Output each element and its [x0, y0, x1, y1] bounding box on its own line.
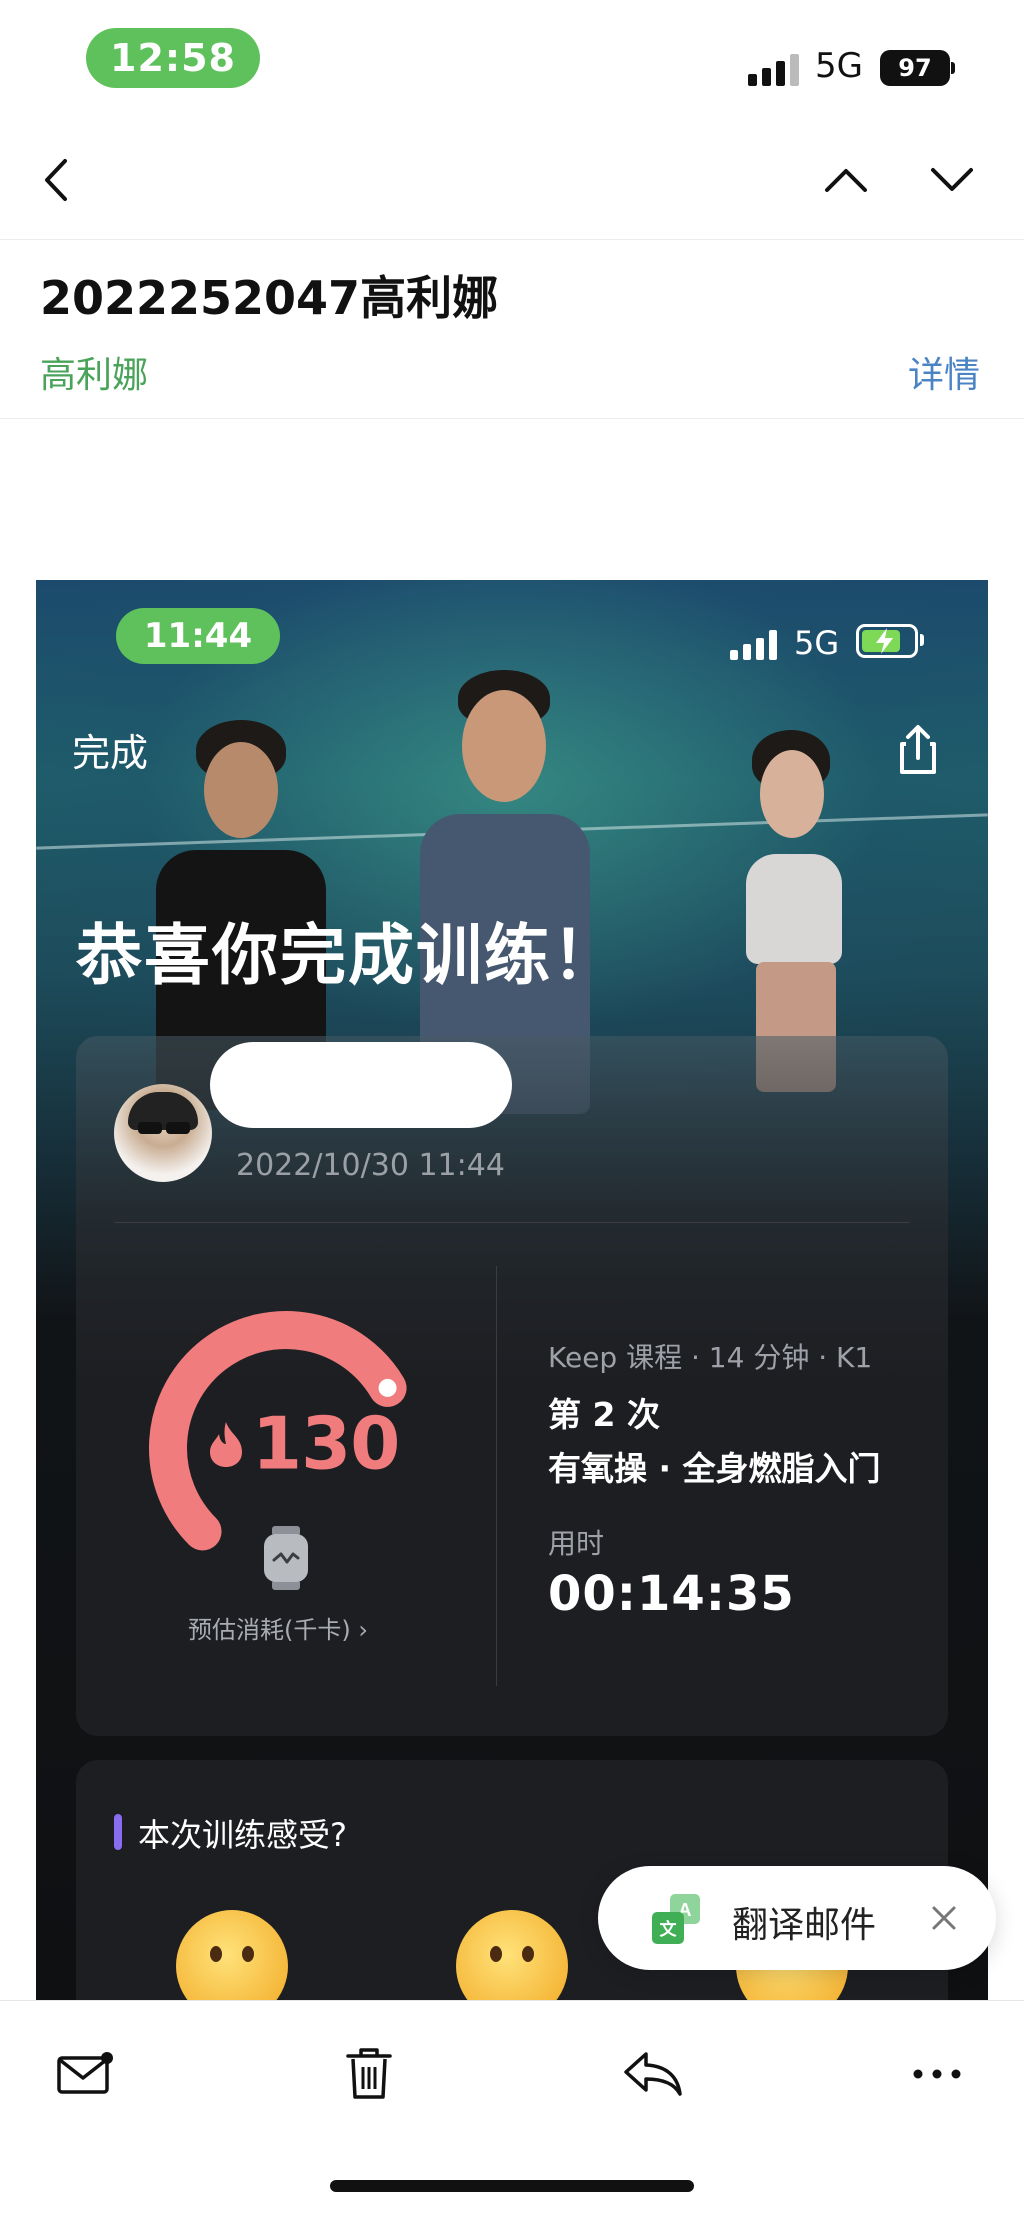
cellular-signal-icon — [748, 52, 800, 86]
calorie-label-link[interactable]: 预估消耗(千卡) › — [188, 1610, 368, 1645]
inner-battery-tip — [920, 634, 924, 646]
home-indicator — [330, 2180, 694, 2192]
inner-status-time: 11:44 — [116, 608, 280, 664]
section-accent-bar — [114, 1814, 122, 1850]
more-icon[interactable] — [902, 2039, 972, 2109]
inner-signal-icon — [730, 628, 778, 660]
network-type: 5G — [815, 46, 863, 86]
battery-tip — [951, 62, 955, 74]
redacted-username — [210, 1042, 512, 1128]
emoji-worried-icon[interactable] — [176, 1910, 288, 2000]
workout-summary-card: 2022/10/30 11:44 130 预估消耗(千卡) › Keep 课程 … — [76, 1036, 948, 1736]
congrats-title: 恭喜你完成训练！ — [76, 917, 620, 994]
emoji-happy-icon[interactable] — [456, 1910, 568, 2000]
translate-icon: A 文 — [648, 1892, 704, 1948]
chevron-up-icon[interactable] — [816, 150, 876, 210]
attempt-count: 第 2 次 — [548, 1395, 660, 1434]
avatar[interactable] — [114, 1084, 212, 1182]
course-meta: Keep 课程 · 14 分钟 · K1 — [548, 1341, 873, 1374]
reply-icon[interactable] — [618, 2039, 688, 2109]
mail-unread-icon[interactable] — [50, 2039, 120, 2109]
chevron-down-icon[interactable] — [922, 150, 982, 210]
header-divider — [0, 418, 1024, 419]
inner-network-type: 5G — [794, 624, 840, 662]
flame-icon — [206, 1401, 246, 1485]
calorie-value-wrap: 130 — [206, 1396, 400, 1486]
feeling-title: 本次训练感受? — [138, 1816, 347, 1854]
svg-text:文: 文 — [660, 1919, 678, 1940]
card-divider — [114, 1222, 910, 1223]
chevron-left-icon[interactable] — [26, 150, 86, 210]
battery-level: 97 — [898, 54, 932, 82]
status-time: 12:58 — [86, 28, 260, 88]
done-button[interactable]: 完成 — [72, 722, 148, 777]
embedded-screenshot[interactable]: 11:44 5G 完成 恭喜你完成训练！ 2022/10/30 11:44 13… — [36, 580, 988, 2000]
mail-nav-bar — [0, 120, 1024, 240]
status-bar: 12:58 5G 97 — [0, 0, 1024, 120]
calorie-value: 130 — [252, 1401, 400, 1486]
inner-battery-charging-icon — [856, 624, 918, 658]
translate-mail-toast[interactable]: A 文 翻译邮件 — [598, 1866, 996, 1970]
battery-icon: 97 — [880, 50, 950, 86]
share-icon[interactable] — [888, 720, 948, 780]
gauge-end-dot — [378, 1378, 397, 1397]
duration-label: 用时 — [548, 1527, 605, 1560]
close-icon[interactable] — [920, 1894, 968, 1942]
mail-sender[interactable]: 高利娜 — [40, 346, 148, 398]
details-link[interactable]: 详情 — [908, 346, 980, 398]
workout-timestamp: 2022/10/30 11:44 — [236, 1148, 505, 1183]
course-name: 有氧操 · 全身燃脂入门 — [548, 1449, 881, 1488]
duration-value: 00:14:35 — [548, 1566, 795, 1622]
smartwatch-icon — [262, 1526, 310, 1590]
mail-subject: 2022252047高利娜 — [40, 271, 499, 325]
column-divider — [496, 1266, 497, 1686]
trash-icon[interactable] — [334, 2039, 404, 2109]
translate-mail-label: 翻译邮件 — [732, 1905, 877, 1946]
